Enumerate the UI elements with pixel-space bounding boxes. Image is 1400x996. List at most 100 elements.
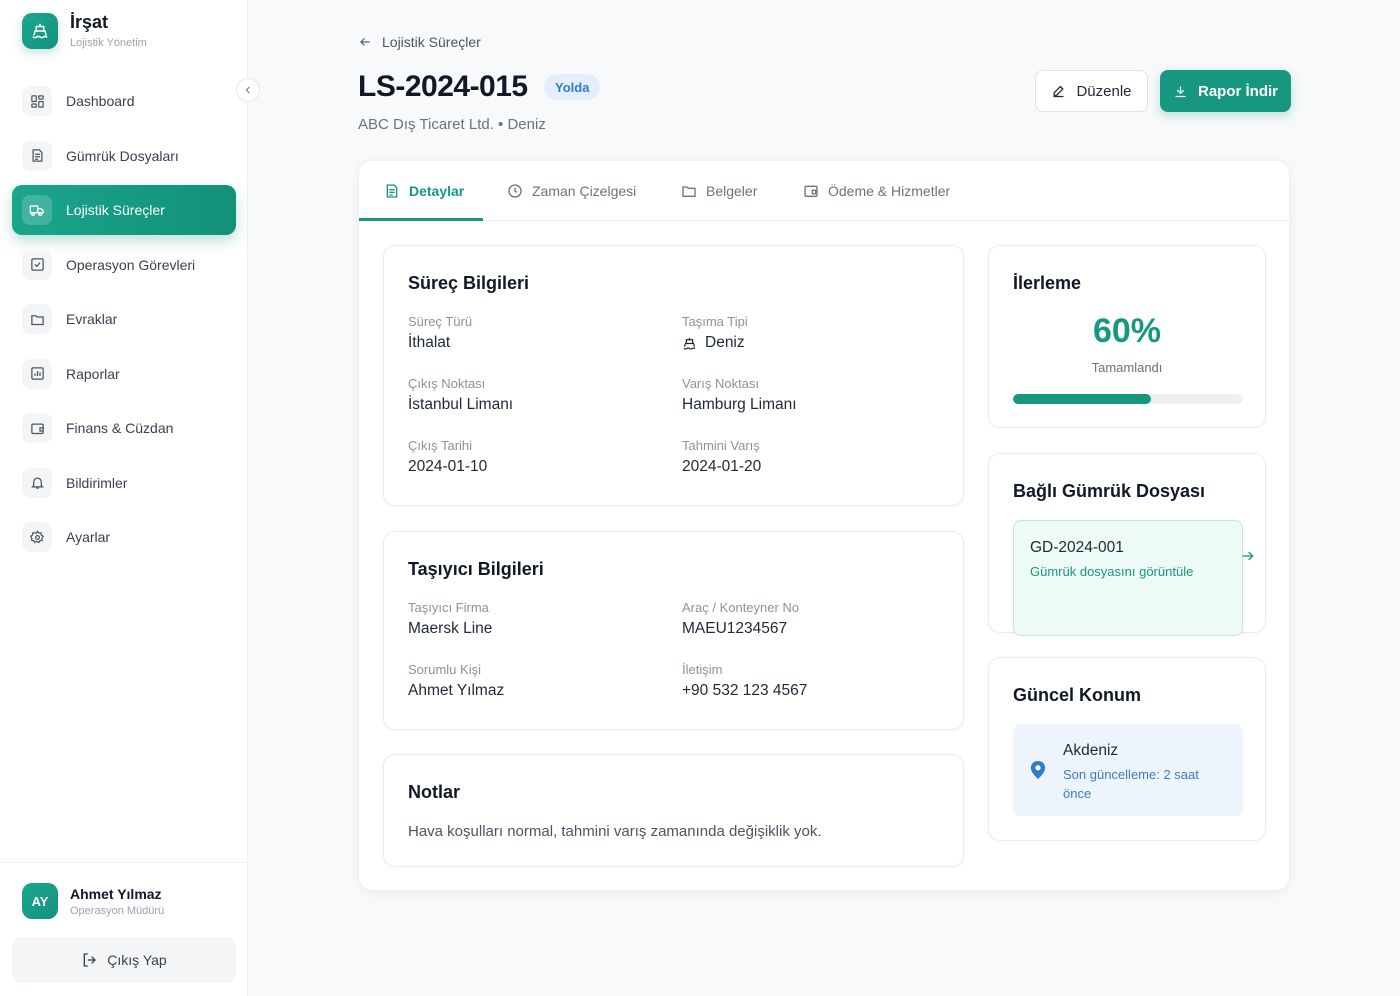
card-title: Güncel Konum bbox=[1013, 685, 1142, 705]
brand[interactable]: İrşat Lojistik Yönetim bbox=[22, 12, 147, 49]
wallet-icon bbox=[22, 413, 52, 443]
field-label: Araç / Konteyner No bbox=[682, 600, 800, 615]
tab-label: Belgeler bbox=[706, 183, 758, 199]
ship-logo-icon bbox=[22, 12, 58, 49]
details-panel: Detaylar Zaman Çizelgesi Belgeler Ödeme … bbox=[358, 160, 1291, 891]
sidebar-item-documents[interactable]: Evraklar bbox=[12, 294, 236, 344]
notes-card: Notlar Hava koşulları normal, tahmini va… bbox=[383, 754, 964, 867]
linked-customs-card: Bağlı Gümrük Dosyası GD-2024-001 Gümrük … bbox=[988, 453, 1266, 636]
back-label: Lojistik Süreçler bbox=[382, 34, 481, 50]
field-value: MAEU1234567 bbox=[682, 620, 788, 637]
sidebar-item-label: Ayarlar bbox=[66, 529, 111, 545]
file-icon bbox=[22, 140, 52, 171]
avatar: AY bbox=[22, 883, 58, 919]
field-value: Hamburg Limanı bbox=[682, 396, 797, 413]
sidebar-item-label: Bildirimler bbox=[66, 474, 128, 491]
field-value: Ahmet Yılmaz bbox=[408, 682, 505, 699]
tab-label: Detaylar bbox=[409, 183, 465, 199]
progress-card: İlerleme 60% Tamamlandı bbox=[988, 245, 1266, 428]
sidebar: İrşat Lojistik Yönetim Dashboard Gümrük … bbox=[0, 0, 248, 996]
page-subtitle: ABC Dış Ticaret Ltd. • Deniz bbox=[358, 116, 546, 133]
sidebar-item-logistics[interactable]: Lojistik Süreçler bbox=[12, 185, 236, 235]
arrow-right-icon[interactable] bbox=[1240, 548, 1256, 569]
view-customs-file-link[interactable]: Gümrük dosyasını görüntüle bbox=[1030, 564, 1226, 579]
customs-file-id: GD-2024-001 bbox=[1030, 539, 1124, 556]
card-title: Taşıyıcı Bilgileri bbox=[408, 559, 544, 579]
progress-label: Tamamlandı bbox=[1091, 360, 1163, 375]
current-location-card: Güncel Konum Akdeniz Son güncelleme: 2 s… bbox=[988, 657, 1266, 841]
field-label: Tahmini Varış bbox=[682, 438, 760, 453]
field-value: +90 532 123 4567 bbox=[682, 682, 808, 699]
edit-label: Düzenle bbox=[1076, 82, 1132, 100]
report-label: Rapor İndir bbox=[1197, 82, 1278, 100]
chart-icon bbox=[22, 358, 52, 389]
collapse-sidebar-button[interactable] bbox=[236, 78, 260, 102]
sidebar-item-notifications[interactable]: Bildirimler bbox=[12, 458, 236, 508]
card-title: Notlar bbox=[408, 782, 461, 802]
gear-icon bbox=[22, 522, 52, 552]
process-info-card: Süreç Bilgileri Süreç Türü İthalat Taşım… bbox=[383, 245, 964, 506]
sidebar-item-label: Lojistik Süreçler bbox=[66, 202, 165, 218]
tab-payments[interactable]: Ödeme & Hizmetler bbox=[803, 161, 950, 221]
tab-label: Ödeme & Hizmetler bbox=[828, 183, 951, 199]
sidebar-item-reports[interactable]: Raporlar bbox=[12, 349, 236, 399]
field-transport-type: Taşıma Tipi Deniz bbox=[682, 314, 748, 352]
carrier-info-card: Taşıyıcı Bilgileri Taşıyıcı Firma Maersk… bbox=[383, 531, 964, 730]
field-label: Varış Noktası bbox=[682, 376, 760, 391]
field-label: Çıkış Noktası bbox=[408, 376, 486, 391]
field-label: Taşıyıcı Firma bbox=[408, 600, 489, 615]
sidebar-item-finance[interactable]: Finans & Cüzdan bbox=[12, 403, 236, 453]
logout-icon bbox=[83, 953, 97, 967]
sidebar-item-label: Evraklar bbox=[66, 311, 118, 327]
logout-button[interactable]: Çıkış Yap bbox=[12, 937, 236, 983]
download-icon bbox=[1175, 86, 1186, 97]
tab-timeline[interactable]: Zaman Çizelgesi bbox=[507, 161, 636, 221]
truck-icon bbox=[22, 195, 52, 225]
field-value: 2024-01-20 bbox=[682, 458, 762, 475]
map-pin-icon bbox=[1029, 760, 1047, 785]
progress-percent: 60% bbox=[1092, 312, 1162, 350]
user-role: Operasyon Müdürü bbox=[70, 904, 165, 917]
location-updated: Son güncelleme: 2 saat önce bbox=[1063, 767, 1199, 801]
field-origin: Çıkış Noktası İstanbul Limanı bbox=[408, 376, 513, 414]
field-value: 2024-01-10 bbox=[408, 458, 488, 475]
field-responsible: Sorumlu Kişi Ahmet Yılmaz bbox=[408, 662, 504, 700]
brand-subtitle: Lojistik Yönetim bbox=[70, 37, 147, 49]
location-name: Akdeniz bbox=[1063, 742, 1119, 759]
chevron-left-icon bbox=[245, 86, 250, 94]
location-box: Akdeniz Son güncelleme: 2 saat önce bbox=[1013, 724, 1243, 816]
sidebar-item-settings[interactable]: Ayarlar bbox=[12, 512, 236, 562]
wallet-icon bbox=[804, 185, 818, 197]
pencil-icon bbox=[1053, 85, 1065, 97]
tab-documents[interactable]: Belgeler bbox=[681, 161, 757, 221]
field-destination: Varış Noktası Hamburg Limanı bbox=[682, 376, 797, 414]
back-link[interactable]: Lojistik Süreçler bbox=[358, 34, 481, 50]
sidebar-item-label: Gümrük Dosyaları bbox=[66, 147, 179, 164]
status-badge: Yolda bbox=[544, 74, 601, 100]
download-report-button[interactable]: Rapor İndir bbox=[1160, 70, 1291, 112]
field-container-no: Araç / Konteyner No MAEU1234567 bbox=[682, 600, 799, 638]
linked-customs-file[interactable]: GD-2024-001 Gümrük dosyasını görüntüle bbox=[1013, 520, 1243, 636]
field-departure-date: Çıkış Tarihi 2024-01-10 bbox=[408, 438, 487, 476]
document-icon bbox=[386, 184, 398, 198]
folder-icon bbox=[22, 304, 52, 334]
user-card[interactable]: AY Ahmet Yılmaz Operasyon Müdürü bbox=[12, 874, 236, 928]
page-title: LS-2024-015 bbox=[358, 70, 528, 103]
card-title: Bağlı Gümrük Dosyası bbox=[1013, 481, 1206, 501]
progress-bar bbox=[1013, 394, 1243, 404]
tab-details[interactable]: Detaylar bbox=[384, 161, 464, 221]
ship-icon bbox=[683, 337, 696, 350]
field-label: Taşıma Tipi bbox=[682, 314, 748, 329]
edit-button[interactable]: Düzenle bbox=[1035, 70, 1148, 112]
clock-icon bbox=[508, 184, 522, 198]
checkbox-icon bbox=[22, 249, 52, 280]
active-tab-indicator bbox=[359, 218, 483, 221]
field-carrier-company: Taşıyıcı Firma Maersk Line bbox=[408, 600, 492, 638]
field-label: İletişim bbox=[682, 662, 723, 677]
tab-label: Zaman Çizelgesi bbox=[532, 183, 637, 199]
field-value: Deniz bbox=[705, 334, 745, 351]
sidebar-item-customs-files[interactable]: Gümrük Dosyaları bbox=[12, 131, 236, 181]
sidebar-item-dashboard[interactable]: Dashboard bbox=[12, 76, 236, 126]
sidebar-item-operations[interactable]: Operasyon Görevleri bbox=[12, 240, 236, 290]
sidebar-item-label: Finans & Cüzdan bbox=[66, 420, 174, 436]
